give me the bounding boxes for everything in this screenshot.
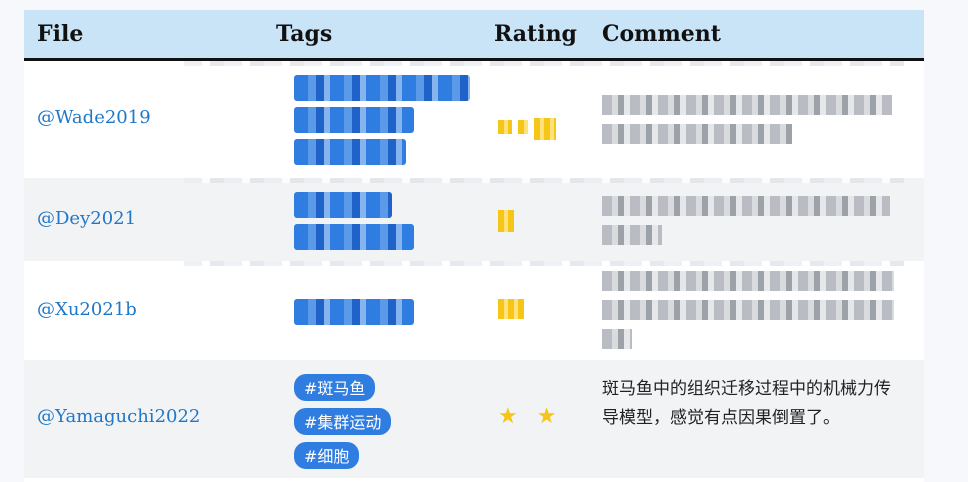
tag-pill[interactable]: #斑马鱼: [294, 374, 376, 401]
rating-cell: [498, 210, 520, 238]
table-row: @Dey2021: [24, 178, 924, 261]
comment-text-obscured: [602, 95, 892, 115]
table-row: @Yamaguchi2022 #斑马鱼 #集群运动 #细胞 ★ ★ 斑马鱼中的组…: [24, 360, 924, 478]
file-link[interactable]: @Yamaguchi2022: [37, 406, 200, 427]
comment-text-obscured: [602, 271, 894, 291]
comment-text-obscured: [602, 225, 662, 245]
rating-cell: [498, 299, 530, 325]
comment-text-obscured: [602, 329, 632, 349]
comment-text-obscured: [602, 124, 792, 144]
comment-cell: [602, 95, 902, 153]
star-icon: [498, 299, 524, 319]
comment-text-obscured: [602, 300, 894, 320]
rating-cell: [498, 115, 562, 140]
tag-pill-obscured[interactable]: [294, 299, 414, 325]
blurred-noise: [184, 61, 904, 66]
tags-cell: #斑马鱼 #集群运动 #细胞: [294, 374, 484, 476]
star-icon: [534, 118, 556, 140]
tag-pill-obscured[interactable]: [294, 224, 414, 250]
comment-text-obscured: [602, 196, 890, 216]
rating-cell: ★ ★: [498, 404, 563, 429]
file-link[interactable]: @Dey2021: [37, 208, 136, 229]
blurred-noise: [184, 178, 904, 183]
tag-pill-obscured[interactable]: [294, 192, 392, 218]
comment-cell: 斑马鱼中的组织迁移过程中的机械力传导模型，感觉有点因果倒置了。: [602, 379, 891, 428]
tag-pill-obscured[interactable]: [294, 139, 406, 165]
table-row: @Wade2019: [24, 61, 924, 178]
tag-pill-obscured[interactable]: [294, 75, 470, 101]
tags-cell: [294, 299, 484, 331]
file-link[interactable]: @Wade2019: [37, 107, 151, 128]
star-icon: [498, 120, 512, 134]
header-rating[interactable]: Rating: [494, 21, 577, 47]
blurred-noise: [184, 261, 904, 266]
header-file[interactable]: File: [37, 21, 83, 47]
references-table: File Tags Rating Comment @Wade2019 @Dey2…: [24, 10, 924, 482]
star-icon: [518, 120, 528, 134]
tag-pill[interactable]: #细胞: [294, 442, 360, 469]
comment-cell: [602, 271, 902, 358]
header-comment[interactable]: Comment: [602, 21, 721, 47]
comment-cell: [602, 196, 902, 254]
table-header: File Tags Rating Comment: [24, 10, 924, 61]
tag-pill-obscured[interactable]: [294, 107, 414, 133]
tags-cell: [294, 192, 484, 256]
tags-cell: [294, 75, 484, 171]
file-link[interactable]: @Xu2021b: [37, 299, 137, 320]
star-icon: [498, 210, 514, 232]
table-row: @Xu2021b: [24, 261, 924, 360]
header-tags[interactable]: Tags: [276, 21, 332, 47]
tag-pill[interactable]: #集群运动: [294, 408, 392, 435]
